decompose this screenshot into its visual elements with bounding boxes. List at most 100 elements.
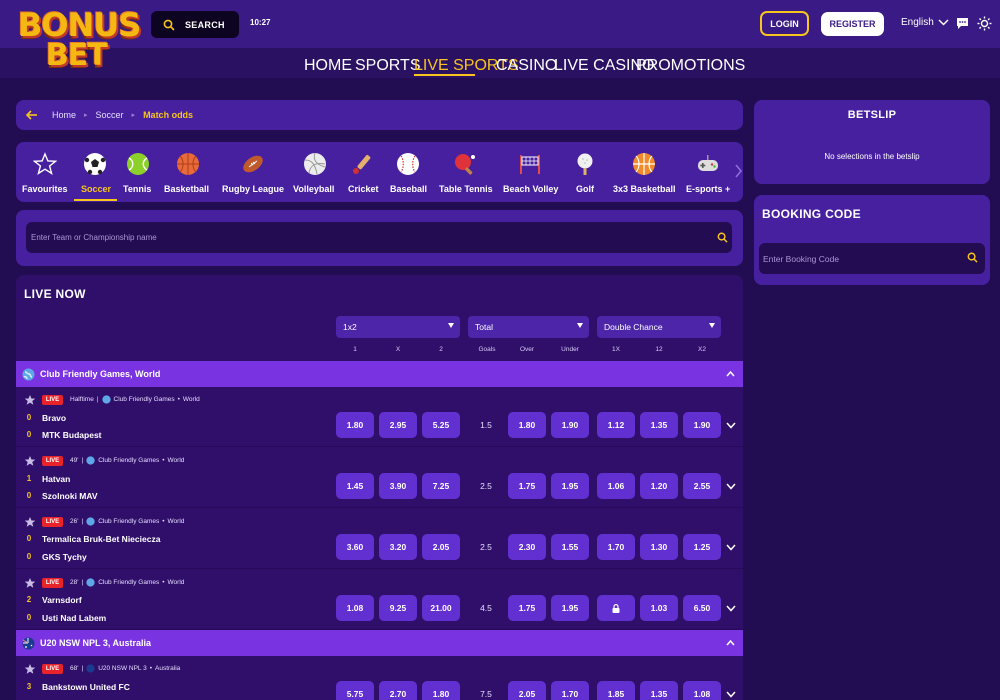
odd-button-x2[interactable]: 1.90 [683, 412, 721, 438]
sport-tab-esports[interactable]: E-sports + [681, 142, 741, 202]
login-button[interactable]: LOGIN [760, 11, 809, 36]
odd-button-1x[interactable]: 1.12 [597, 412, 635, 438]
league-header[interactable]: Club Friendly Games, World [16, 361, 743, 387]
nav-casino[interactable]: CASINO [496, 57, 557, 75]
sport-tab-3x3-basketball[interactable]: 3x3 Basketball [607, 142, 681, 202]
match-row[interactable]: LIVE 28' | Club Friendly Games • World 2 Var… [16, 570, 743, 630]
sport-tab-favourites[interactable]: Favourites [16, 142, 74, 202]
sport-tab-beach-volley[interactable]: Beach Volley [498, 142, 562, 202]
register-button[interactable]: REGISTER [821, 12, 884, 36]
odd-button-12[interactable]: 1.35 [640, 681, 678, 700]
odd-button-1x[interactable]: 1.70 [597, 534, 635, 560]
odd-button-x2[interactable]: 1.25 [683, 534, 721, 560]
search-icon[interactable] [717, 232, 728, 243]
favourite-star-icon[interactable] [24, 663, 36, 675]
odd-button-1x[interactable]: 1.85 [597, 681, 635, 700]
favourite-star-icon[interactable] [24, 455, 36, 467]
match-row[interactable]: LIVE 26' | Club Friendly Games • World 0 Ter… [16, 509, 743, 569]
market-select-double-chance[interactable]: Double Chance [597, 316, 721, 338]
odd-button-1[interactable]: 1.80 [336, 412, 374, 438]
odd-button-under[interactable]: 1.70 [551, 681, 589, 700]
odd-button-x[interactable]: 3.90 [379, 473, 417, 499]
odd-button-1[interactable]: 3.60 [336, 534, 374, 560]
sport-tab-basketball[interactable]: Basketball [159, 142, 216, 202]
chevron-down-icon[interactable] [726, 422, 736, 429]
odd-button-x2[interactable]: 2.55 [683, 473, 721, 499]
odd-button-under[interactable]: 1.95 [551, 595, 589, 621]
nav-promotions[interactable]: PROMOTIONS [636, 57, 745, 75]
odd-button-x[interactable]: 2.95 [379, 412, 417, 438]
match-row[interactable]: LIVE Halftime | Club Friendly Games • World … [16, 387, 743, 447]
sport-label: Beach Volley [503, 184, 559, 194]
market-select-total[interactable]: Total [468, 316, 589, 338]
sport-tab-volleyball[interactable]: Volleyball [289, 142, 341, 202]
odd-button-over[interactable]: 1.75 [508, 595, 546, 621]
back-arrow-icon[interactable] [26, 110, 38, 120]
favourite-star-icon[interactable] [24, 577, 36, 589]
sport-tab-soccer[interactable]: Soccer [74, 142, 117, 202]
odd-button-x2[interactable]: 1.08 [683, 681, 721, 700]
chevron-down-icon[interactable] [726, 544, 736, 551]
odd-button-1[interactable]: 1.08 [336, 595, 374, 621]
theme-toggle-sun-icon[interactable] [977, 16, 992, 31]
match-row[interactable]: LIVE 49' | Club Friendly Games • World 1 Hat… [16, 448, 743, 508]
favourite-star-icon[interactable] [24, 394, 36, 406]
booking-code-input[interactable] [759, 243, 985, 274]
sport-tab-cricket[interactable]: Cricket [341, 142, 384, 202]
odd-button-x[interactable]: 9.25 [379, 595, 417, 621]
betslip-empty-text: No selections in the betslip [824, 152, 920, 161]
search-button[interactable]: SEARCH [151, 11, 239, 38]
favourite-star-icon[interactable] [24, 516, 36, 528]
sport-label: Volleyball [293, 184, 335, 194]
column-header: Under [561, 346, 579, 353]
odd-button-x[interactable]: 2.70 [379, 681, 417, 700]
odd-button-over[interactable]: 2.30 [508, 534, 546, 560]
league-header[interactable]: U20 NSW NPL 3, Australia [16, 630, 743, 656]
match-info: 49' | Club Friendly Games • World [70, 456, 185, 465]
odd-button-x2[interactable]: 6.50 [683, 595, 721, 621]
team-search-input[interactable] [26, 222, 732, 253]
odd-button-under[interactable]: 1.95 [551, 473, 589, 499]
sport-label: Favourites [22, 184, 68, 194]
market-select-1x2[interactable]: 1x2 [336, 316, 460, 338]
breadcrumb-home[interactable]: Home [52, 110, 76, 120]
sport-tab-table-tennis[interactable]: Table Tennis [432, 142, 498, 202]
chevron-down-icon[interactable] [726, 605, 736, 612]
odd-button-1x[interactable]: 1.06 [597, 473, 635, 499]
odd-button-under[interactable]: 1.55 [551, 534, 589, 560]
odd-button-1[interactable]: 5.75 [336, 681, 374, 700]
chat-icon[interactable] [956, 17, 969, 30]
column-header: 2 [439, 346, 443, 353]
bonusbet-logo[interactable]: BONUS BET [18, 6, 142, 73]
column-header: 1 [353, 346, 357, 353]
odd-button-over[interactable]: 2.05 [508, 681, 546, 700]
nav-sports[interactable]: SPORTS [355, 57, 421, 75]
odd-button-x[interactable]: 3.20 [379, 534, 417, 560]
odd-button-2[interactable]: 21.00 [422, 595, 460, 621]
odd-button-2[interactable]: 2.05 [422, 534, 460, 560]
sport-tab-baseball[interactable]: Baseball [384, 142, 432, 202]
sport-tab-golf[interactable]: Golf [562, 142, 607, 202]
odd-button-12[interactable]: 1.20 [640, 473, 678, 499]
odd-button-over[interactable]: 1.80 [508, 412, 546, 438]
sport-tab-tennis[interactable]: Tennis [117, 142, 159, 202]
search-icon[interactable] [967, 252, 978, 263]
chevron-down-icon[interactable] [726, 483, 736, 490]
team-search-panel [16, 210, 743, 266]
odd-button-12[interactable]: 1.35 [640, 412, 678, 438]
nav-home[interactable]: HOME [304, 57, 352, 75]
odd-button-2[interactable]: 1.80 [422, 681, 460, 700]
sport-tab-rugby-league[interactable]: Rugby League [216, 142, 289, 202]
language-selector[interactable]: English [901, 17, 949, 28]
chevron-down-icon[interactable] [726, 691, 736, 698]
odd-button-over[interactable]: 1.75 [508, 473, 546, 499]
chevron-right-icon[interactable] [734, 164, 743, 178]
odd-button-under[interactable]: 1.90 [551, 412, 589, 438]
odd-button-2[interactable]: 7.25 [422, 473, 460, 499]
match-row[interactable]: LIVE 68' | U20 NSW NPL 3 • Australia 3 Banks… [16, 656, 743, 700]
breadcrumb-soccer[interactable]: Soccer [96, 110, 124, 120]
odd-button-12[interactable]: 1.03 [640, 595, 678, 621]
odd-button-1[interactable]: 1.45 [336, 473, 374, 499]
odd-button-12[interactable]: 1.30 [640, 534, 678, 560]
odd-button-2[interactable]: 5.25 [422, 412, 460, 438]
